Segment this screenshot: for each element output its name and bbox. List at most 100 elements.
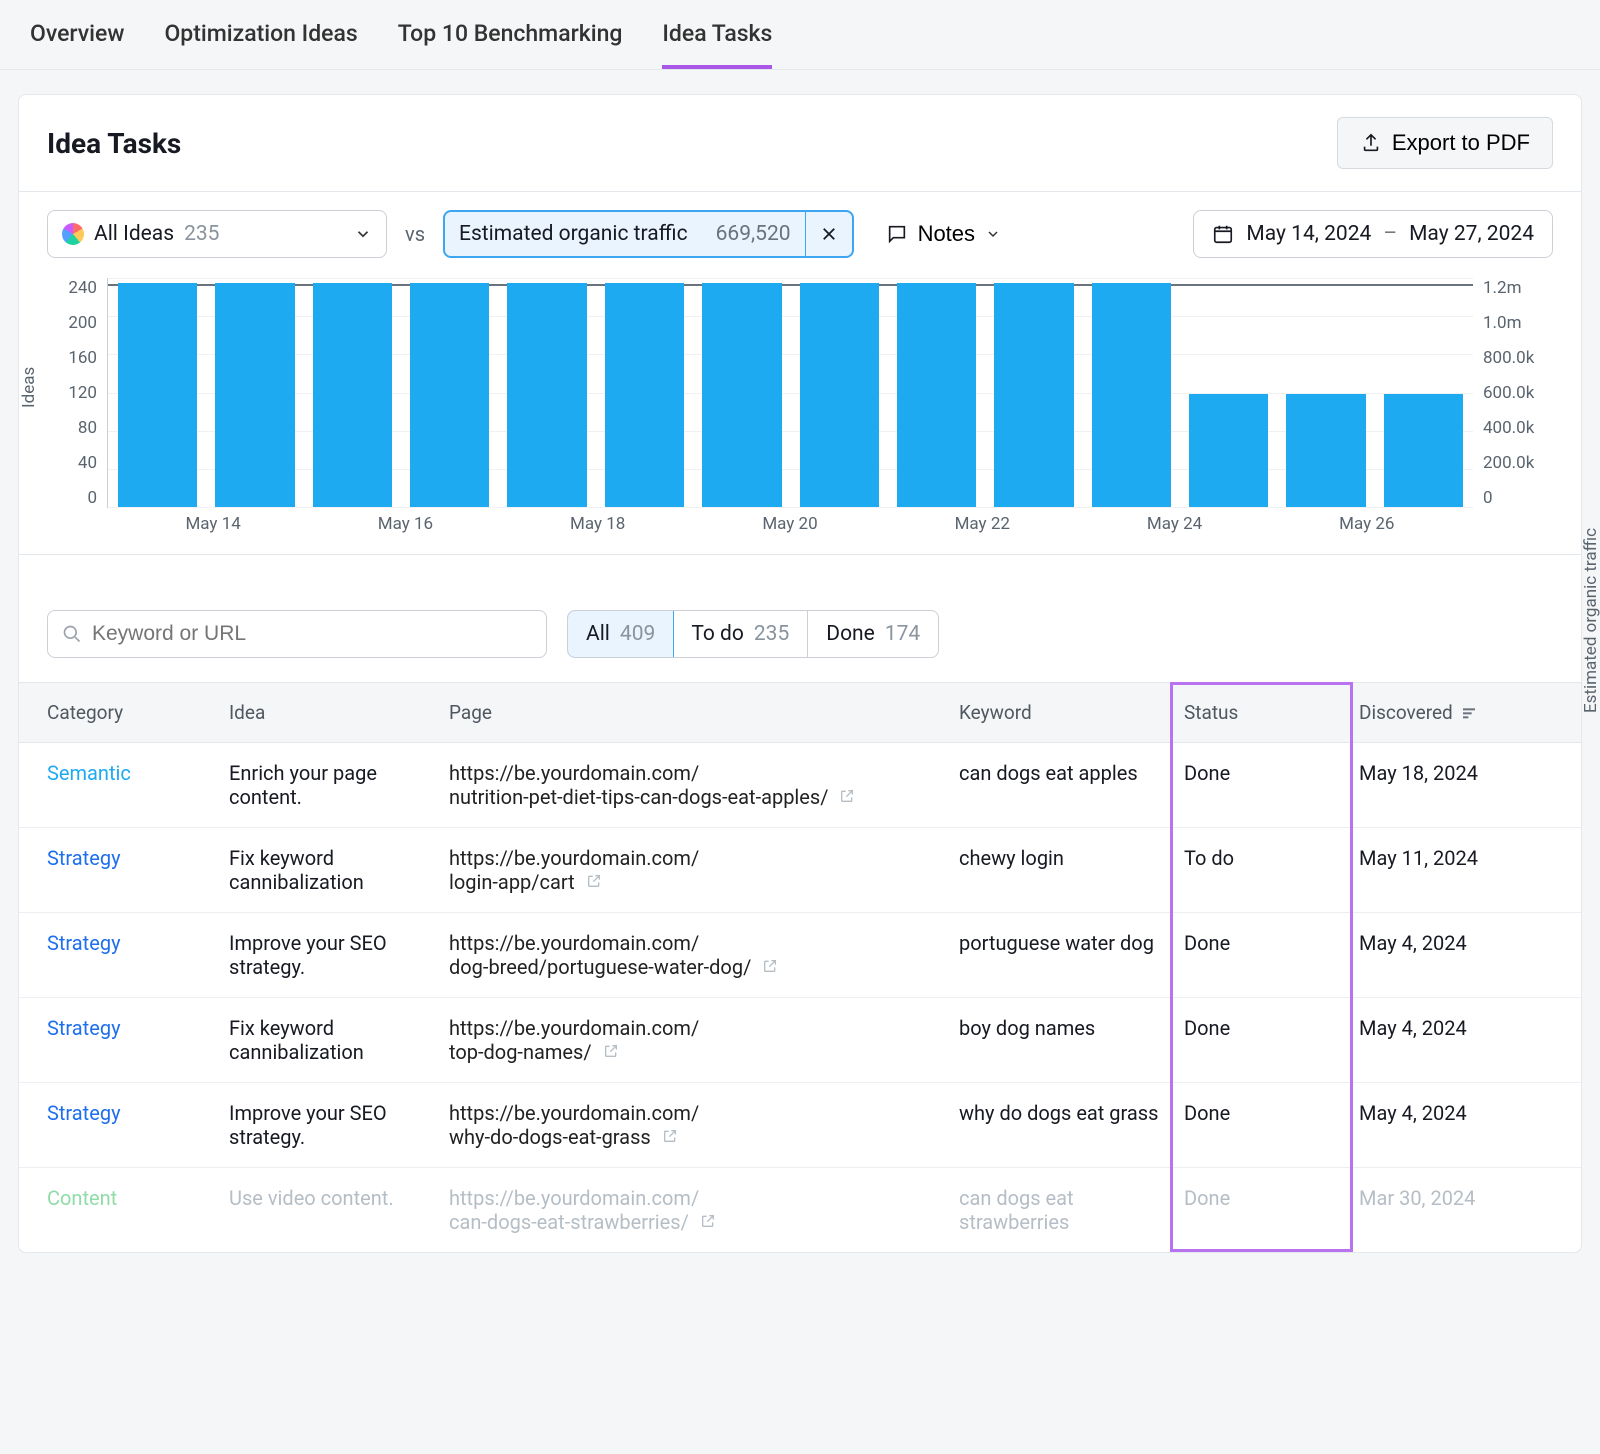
top-tabs: Overview Optimization Ideas Top 10 Bench… xyxy=(0,0,1600,70)
th-status[interactable]: Status xyxy=(1174,683,1349,742)
metric-value: 669,520 xyxy=(702,222,805,246)
date-from: May 14, 2024 xyxy=(1246,222,1371,246)
seg-to-do[interactable]: To do235 xyxy=(673,611,808,657)
cell-status[interactable]: Done xyxy=(1174,1083,1349,1167)
cell-page[interactable]: https://be.yourdomain.com/top-dog-names/ xyxy=(439,998,949,1082)
y-tick-right: 1.0m xyxy=(1483,313,1522,333)
bar[interactable] xyxy=(410,283,489,507)
export-pdf-button[interactable]: Export to PDF xyxy=(1337,117,1553,169)
ideas-color-icon xyxy=(62,223,84,245)
external-link-icon[interactable] xyxy=(586,870,602,894)
bar[interactable] xyxy=(800,283,879,507)
cell-keyword: why do dogs eat grass xyxy=(949,1083,1174,1167)
cell-page[interactable]: https://be.yourdomain.com/why-do-dogs-ea… xyxy=(439,1083,949,1167)
x-tick: May 20 xyxy=(694,514,886,534)
table-row[interactable]: StrategyImprove your SEO strategy.https:… xyxy=(19,912,1581,997)
cell-status[interactable]: Done xyxy=(1174,1168,1349,1252)
table-row[interactable]: ContentUse video content.https://be.your… xyxy=(19,1167,1581,1252)
seg-count: 174 xyxy=(885,622,920,646)
cell-category[interactable]: Content xyxy=(19,1168,219,1252)
ideas-dropdown[interactable]: All Ideas 235 xyxy=(47,210,387,258)
seg-label: To do xyxy=(691,622,744,646)
bar[interactable] xyxy=(215,283,294,507)
bar[interactable] xyxy=(897,283,976,507)
ideas-label: All Ideas xyxy=(94,222,174,246)
search-icon xyxy=(62,624,82,644)
idea-tasks-card: Idea Tasks Export to PDF All Ideas 235 v… xyxy=(18,94,1582,1253)
search-input[interactable] xyxy=(92,622,532,646)
cell-page[interactable]: https://be.yourdomain.com/login-app/cart xyxy=(439,828,949,912)
x-tick: May 22 xyxy=(886,514,1078,534)
bar[interactable] xyxy=(702,283,781,507)
cell-status[interactable]: Done xyxy=(1174,913,1349,997)
chart: Ideas Estimated organic traffic 24020016… xyxy=(19,268,1581,555)
external-link-icon[interactable] xyxy=(700,1210,716,1234)
table-row[interactable]: StrategyImprove your SEO strategy.https:… xyxy=(19,1082,1581,1167)
table-row[interactable]: StrategyFix keyword cannibalizationhttps… xyxy=(19,997,1581,1082)
y-tick-left: 240 xyxy=(47,278,97,298)
th-idea[interactable]: Idea xyxy=(219,683,439,742)
tab-overview[interactable]: Overview xyxy=(30,20,124,69)
external-link-icon[interactable] xyxy=(662,1125,678,1149)
bar[interactable] xyxy=(118,283,197,507)
seg-all[interactable]: All409 xyxy=(567,610,674,658)
cell-discovered: May 4, 2024 xyxy=(1349,998,1569,1082)
bar[interactable] xyxy=(1092,283,1171,507)
cell-category[interactable]: Strategy xyxy=(19,828,219,912)
metric-close-button[interactable] xyxy=(805,212,852,256)
cell-page[interactable]: https://be.yourdomain.com/can-dogs-eat-s… xyxy=(439,1168,949,1252)
th-page[interactable]: Page xyxy=(439,683,949,742)
controls-row: All Ideas 235 vs Estimated organic traff… xyxy=(19,192,1581,268)
table-row[interactable]: StrategyFix keyword cannibalizationhttps… xyxy=(19,827,1581,912)
y-axis-right: 1.2m1.0m800.0k600.0k400.0k200.0k0 xyxy=(1473,278,1553,508)
sort-desc-icon xyxy=(1461,705,1477,721)
seg-done[interactable]: Done174 xyxy=(808,611,938,657)
search-input-wrap[interactable] xyxy=(47,610,547,658)
notes-button[interactable]: Notes xyxy=(872,210,1015,258)
y-tick-left: 80 xyxy=(47,418,97,438)
cell-page[interactable]: https://be.yourdomain.com/nutrition-pet-… xyxy=(439,743,949,827)
cell-status[interactable]: Done xyxy=(1174,743,1349,827)
tab-optimization-ideas[interactable]: Optimization Ideas xyxy=(164,20,357,69)
x-axis: May 14May 16May 18May 20May 22May 24May … xyxy=(107,508,1473,534)
bar[interactable] xyxy=(1286,394,1365,507)
bar[interactable] xyxy=(1384,394,1463,507)
cell-category[interactable]: Semantic xyxy=(19,743,219,827)
cell-status[interactable]: To do xyxy=(1174,828,1349,912)
cell-page[interactable]: https://be.yourdomain.com/dog-breed/port… xyxy=(439,913,949,997)
bar[interactable] xyxy=(313,283,392,507)
th-keyword[interactable]: Keyword xyxy=(949,683,1174,742)
th-category[interactable]: Category xyxy=(19,683,219,742)
filters-row: All409To do235Done174 xyxy=(19,555,1581,682)
cell-category[interactable]: Strategy xyxy=(19,913,219,997)
cell-keyword: portuguese water dog xyxy=(949,913,1174,997)
note-icon xyxy=(886,223,908,245)
bar[interactable] xyxy=(605,283,684,507)
cell-category[interactable]: Strategy xyxy=(19,998,219,1082)
bar[interactable] xyxy=(507,283,586,507)
bar[interactable] xyxy=(994,283,1073,507)
notes-label: Notes xyxy=(918,221,975,247)
card-header: Idea Tasks Export to PDF xyxy=(19,95,1581,192)
vs-label: vs xyxy=(405,222,425,246)
external-link-icon[interactable] xyxy=(603,1040,619,1064)
date-range-picker[interactable]: May 14, 2024 – May 27, 2024 xyxy=(1193,210,1553,258)
cell-status[interactable]: Done xyxy=(1174,998,1349,1082)
y-tick-right: 800.0k xyxy=(1483,348,1534,368)
chevron-down-icon xyxy=(985,226,1001,242)
cell-idea: Enrich your page content. xyxy=(219,743,439,827)
bar[interactable] xyxy=(1189,394,1268,507)
external-link-icon[interactable] xyxy=(762,955,778,979)
y-tick-left: 0 xyxy=(47,488,97,508)
th-discovered[interactable]: Discovered xyxy=(1349,683,1569,742)
plot-area[interactable] xyxy=(107,278,1473,508)
th-discovered-label: Discovered xyxy=(1359,701,1453,724)
cell-category[interactable]: Strategy xyxy=(19,1083,219,1167)
table-row[interactable]: SemanticEnrich your page content.https:/… xyxy=(19,743,1581,827)
metric-pill[interactable]: Estimated organic traffic 669,520 xyxy=(443,210,854,258)
external-link-icon[interactable] xyxy=(839,785,855,809)
tab-idea-tasks[interactable]: Idea Tasks xyxy=(662,20,772,69)
tab-top10-benchmarking[interactable]: Top 10 Benchmarking xyxy=(398,20,623,69)
x-tick: May 14 xyxy=(117,514,309,534)
cell-idea: Improve your SEO strategy. xyxy=(219,1083,439,1167)
